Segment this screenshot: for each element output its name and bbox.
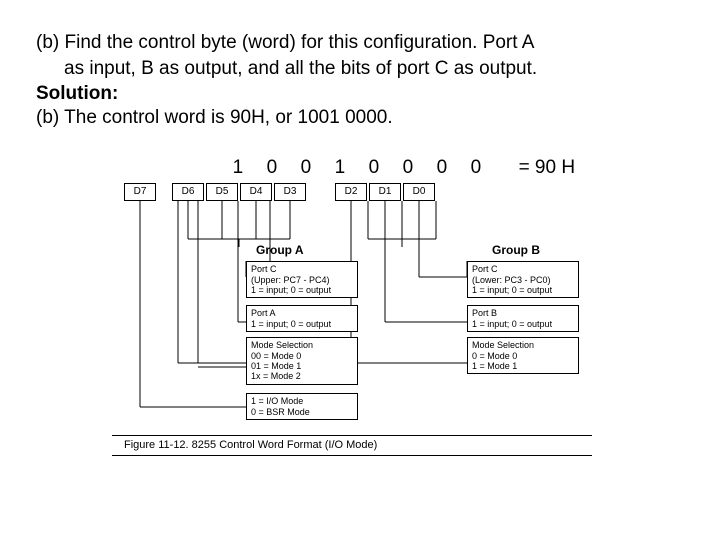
group-a-mode-box: Mode Selection 00 = Mode 0 01 = Mode 1 1… [246, 337, 358, 384]
group-a-mode-l2: 01 = Mode 1 [251, 361, 353, 371]
group-b-label: Group B [492, 243, 540, 257]
bits-row: 10010000= 90 H [36, 135, 684, 179]
bit-label-d1: D1 [369, 183, 401, 201]
group-b-portb-box: Port B 1 = input; 0 = output [467, 305, 579, 332]
question-line1: (b) Find the control byte (word) for thi… [36, 30, 684, 56]
group-b-portc-l2: 1 = input; 0 = output [472, 285, 574, 295]
group-a-mode-l3: 1x = Mode 2 [251, 371, 353, 381]
group-b-mode-l1: 0 = Mode 0 [472, 351, 574, 361]
bit-d7-value: 1 [233, 157, 267, 179]
group-a-mode-l1: 00 = Mode 0 [251, 351, 353, 361]
bit-label-d2: D2 [335, 183, 367, 201]
bit-d2-value: 0 [403, 157, 437, 179]
bit-d5-value: 0 [301, 157, 335, 179]
group-a-mode-title: Mode Selection [251, 340, 353, 350]
group-a-porta-l1: 1 = input; 0 = output [251, 319, 353, 329]
solution-label: Solution: [36, 83, 684, 105]
bit-d6-value: 0 [267, 157, 301, 179]
group-a-porta-title: Port A [251, 308, 353, 318]
group-b-portb-title: Port B [472, 308, 574, 318]
group-a-label: Group A [256, 243, 304, 257]
bit-label-d7: D7 [124, 183, 156, 201]
bit-label-d3: D3 [274, 183, 306, 201]
bit-d3-value: 0 [369, 157, 403, 179]
group-b-mode-l2: 1 = Mode 1 [472, 361, 574, 371]
group-b-portc-box: Port C (Lower: PC3 - PC0) 1 = input; 0 =… [467, 261, 579, 298]
caption-rule-bottom [112, 455, 592, 456]
group-a-portc-l1: (Upper: PC7 - PC4) [251, 275, 353, 285]
group-b-mode-title: Mode Selection [472, 340, 574, 350]
bit-d4-value: 1 [335, 157, 369, 179]
group-b-mode-box: Mode Selection 0 = Mode 0 1 = Mode 1 [467, 337, 579, 374]
group-a-portc-box: Port C (Upper: PC7 - PC4) 1 = input; 0 =… [246, 261, 358, 298]
figure-caption: Figure 11-12. 8255 Control Word Format (… [124, 439, 377, 451]
answer-line: (b) The control word is 90H, or 1001 000… [36, 107, 684, 129]
group-b-portc-title: Port C [472, 264, 574, 274]
bit-label-d5: D5 [206, 183, 238, 201]
group-b-portc-l1: (Lower: PC3 - PC0) [472, 275, 574, 285]
d7-mode-l2: 0 = BSR Mode [251, 407, 353, 417]
bits-equals: = 90 H [505, 157, 576, 179]
control-word-diagram: D7 D6 D5 D4 D3 D2 D1 D0 Group A Group B … [122, 177, 642, 477]
group-a-porta-box: Port A 1 = input; 0 = output [246, 305, 358, 332]
bit-label-d0: D0 [403, 183, 435, 201]
question-text: (b) Find the control byte (word) for thi… [36, 30, 684, 81]
group-a-portc-l2: 1 = input; 0 = output [251, 285, 353, 295]
group-b-portb-l1: 1 = input; 0 = output [472, 319, 574, 329]
bit-label-d6: D6 [172, 183, 204, 201]
group-a-portc-title: Port C [251, 264, 353, 274]
d7-mode-box: 1 = I/O Mode 0 = BSR Mode [246, 393, 358, 420]
d7-mode-l1: 1 = I/O Mode [251, 396, 353, 406]
bit-d0-value: 0 [471, 157, 505, 179]
caption-rule-top [112, 435, 592, 436]
question-line2: as input, B as output, and all the bits … [36, 56, 684, 82]
bit-label-d4: D4 [240, 183, 272, 201]
bit-d1-value: 0 [437, 157, 471, 179]
